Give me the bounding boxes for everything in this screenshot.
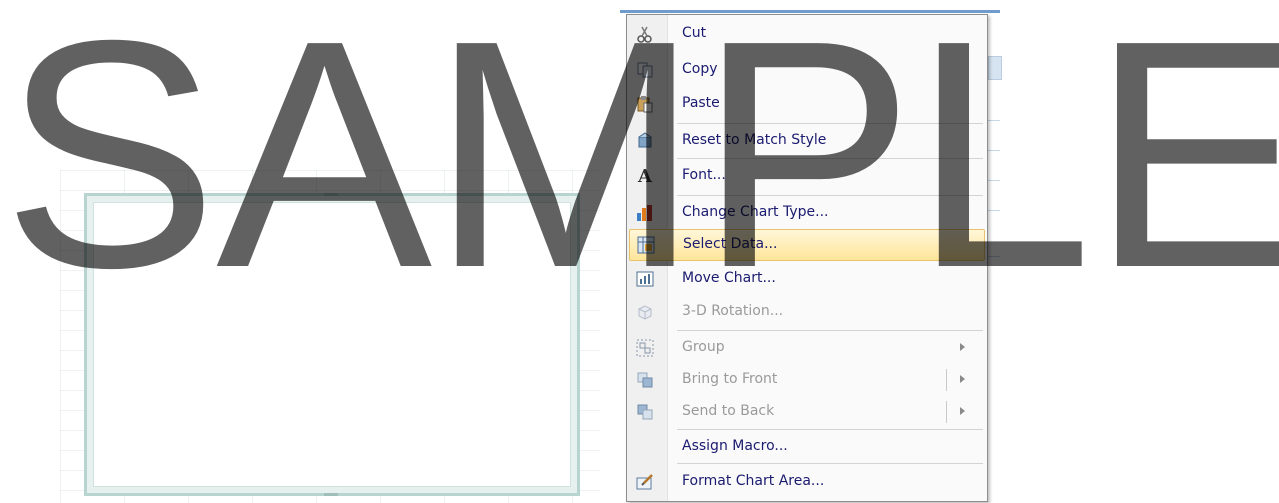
group-icon (635, 338, 655, 358)
menu-item-label: Select Data... (683, 236, 778, 252)
context-menu: Cut Copy Paste Reset to Match Style A Fo… (626, 14, 988, 502)
format-icon (635, 472, 655, 492)
select-data-icon (636, 235, 656, 255)
copy-icon (635, 60, 655, 80)
menu-item-bring-to-front[interactable]: Bring to Front (629, 365, 983, 395)
menu-separator (677, 123, 983, 124)
menu-item-reset-to-match-style[interactable]: Reset to Match Style (629, 126, 983, 156)
split-divider (946, 369, 947, 391)
menu-separator (677, 158, 983, 159)
scissors-icon (635, 24, 655, 44)
menu-item-label: Copy (682, 61, 718, 77)
submenu-arrow-icon (960, 407, 965, 415)
menu-separator (677, 463, 983, 464)
menu-item-3d-rotation[interactable]: 3-D Rotation... (629, 297, 983, 327)
bring-front-icon (635, 370, 655, 390)
menu-item-label: Group (682, 339, 725, 355)
font-icon: A (638, 165, 652, 187)
menu-item-label: Change Chart Type... (682, 204, 829, 220)
submenu-arrow-icon (960, 343, 965, 351)
scroll-edge (988, 56, 1002, 80)
menu-item-label: Move Chart... (682, 270, 776, 286)
menu-item-format-chart-area[interactable]: Format Chart Area... (629, 467, 983, 497)
menu-item-label: Send to Back (682, 403, 775, 419)
menu-item-label: 3-D Rotation... (682, 303, 784, 319)
send-back-icon (635, 402, 655, 422)
resize-handle-bottom[interactable] (324, 493, 338, 496)
menu-item-label: Assign Macro... (682, 438, 788, 454)
menu-item-font[interactable]: A Font... (629, 161, 983, 191)
split-divider (946, 401, 947, 423)
chart-area[interactable] (84, 193, 580, 496)
menu-item-move-chart[interactable]: Move Chart... (629, 264, 983, 294)
menu-item-cut[interactable]: Cut (629, 19, 983, 49)
menu-item-group[interactable]: Group (629, 333, 983, 363)
menu-separator (677, 429, 983, 430)
menu-item-assign-macro[interactable]: Assign Macro... (629, 432, 983, 462)
menu-item-label: Font... (682, 167, 726, 183)
paste-icon (635, 94, 655, 114)
menu-item-label: Format Chart Area... (682, 473, 825, 489)
reset-style-icon (635, 131, 655, 151)
move-chart-icon (635, 269, 655, 289)
menu-separator (677, 330, 983, 331)
menu-separator (677, 195, 983, 196)
menu-item-change-chart-type[interactable]: Change Chart Type... (629, 198, 983, 228)
resize-handle-top[interactable] (324, 193, 338, 196)
chart-type-icon (635, 203, 655, 223)
menu-item-label: Paste (682, 95, 720, 111)
menu-item-copy[interactable]: Copy (629, 55, 983, 85)
menu-item-label: Reset to Match Style (682, 132, 827, 148)
submenu-arrow-icon (960, 375, 965, 383)
menu-item-paste[interactable]: Paste (629, 89, 983, 119)
menu-item-select-data[interactable]: Select Data... (629, 229, 985, 261)
rotation-icon (635, 302, 655, 322)
ribbon-edge (620, 10, 1000, 13)
menu-item-label: Cut (682, 25, 707, 41)
menu-item-label: Bring to Front (682, 371, 778, 387)
menu-item-send-to-back[interactable]: Send to Back (629, 397, 983, 427)
